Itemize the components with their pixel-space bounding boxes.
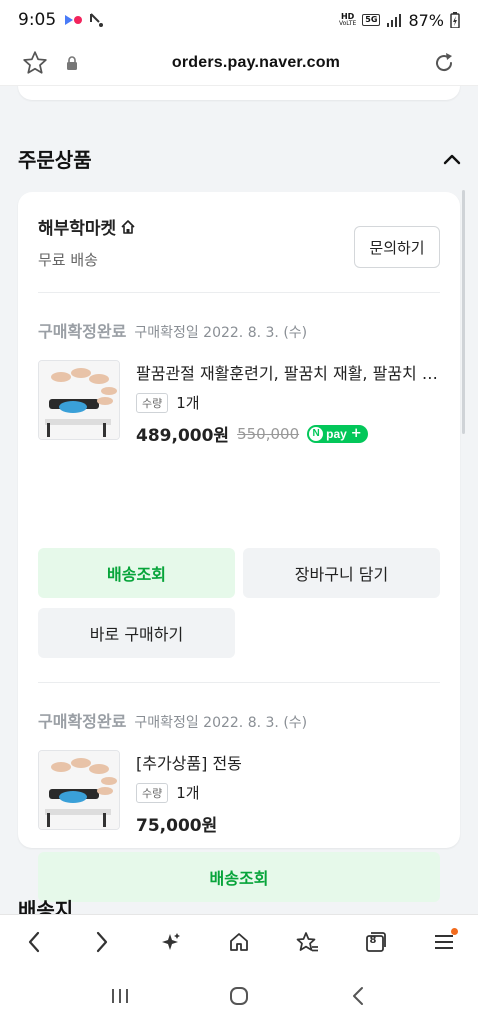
bookmarks-button[interactable] <box>287 922 327 962</box>
store-home-icon <box>121 219 135 234</box>
product-row[interactable]: 팔꿈관절 재활훈련기, 팔꿈치 재활, 팔꿈치 재활운동기구 수량 1개 489… <box>38 360 440 446</box>
quantity-row: 수량 1개 <box>136 392 440 413</box>
notification-dot <box>450 927 458 935</box>
battery-icon <box>450 12 460 28</box>
menu-button[interactable] <box>424 922 464 962</box>
product-row[interactable]: [추가상품] 전동 수량 1개 75,000원 <box>38 750 440 836</box>
page-content[interactable]: 주문상품 해부학마켓 무료 배송 문의하기 구매확정완료 구매확정일 2022.… <box>0 86 478 914</box>
scrollbar-thumb[interactable] <box>462 190 465 434</box>
confirm-date: 구매확정일 2022. 8. 3. (수) <box>134 325 308 341</box>
status-label: 구매확정완료 <box>38 322 127 341</box>
track-delivery-button[interactable]: 배송조회 <box>38 852 440 902</box>
product-thumbnail[interactable] <box>38 750 120 830</box>
order-status-row: 구매확정완료 구매확정일 2022. 8. 3. (수) <box>38 708 440 732</box>
order-status-row: 구매확정완료 구매확정일 2022. 8. 3. (수) <box>38 318 440 342</box>
network-5g-icon: 5G <box>362 14 381 26</box>
chevron-up-icon[interactable] <box>442 152 462 166</box>
hamburger-menu-icon <box>434 934 453 949</box>
order-items-header[interactable]: 주문상품 <box>18 144 462 173</box>
ai-sparkle-button[interactable] <box>151 922 191 962</box>
system-home-button[interactable] <box>219 976 259 1016</box>
status-label: 구매확정완료 <box>38 712 127 731</box>
divider <box>38 682 440 683</box>
product-info: 팔꿈관절 재활훈련기, 팔꿈치 재활, 팔꿈치 재활운동기구 수량 1개 489… <box>136 360 440 446</box>
lock-icon <box>67 55 77 70</box>
status-right: HD VoLTE 5G 87% <box>339 11 460 30</box>
quantity-row: 수량 1개 <box>136 782 440 803</box>
chevron-right-icon <box>97 931 108 952</box>
chevron-left-icon <box>29 931 40 952</box>
quantity-tag: 수량 <box>136 782 169 803</box>
product-info: [추가상품] 전동 수량 1개 75,000원 <box>136 750 440 836</box>
recent-apps-button[interactable] <box>100 976 140 1016</box>
product-thumbnail[interactable] <box>38 360 120 440</box>
system-nav-bar <box>0 968 478 1024</box>
status-bar: 9:05 HD VoLTE 5G 87% <box>0 0 478 40</box>
order-item-2: 구매확정완료 구매확정일 2022. 8. 3. (수) [추가상품] 전동 수… <box>38 708 440 836</box>
url-text[interactable]: orders.pay.naver.com <box>80 54 432 72</box>
home-button[interactable] <box>219 922 259 962</box>
order-item-1: 구매확정완료 구매확정일 2022. 8. 3. (수) 팔꿈관절 재활훈련기,… <box>38 318 440 446</box>
price-row: 489,000원 550,000 N pay + <box>136 421 440 446</box>
product-title[interactable]: [추가상품] 전동 <box>136 750 440 774</box>
back-arrow-icon <box>353 987 364 1005</box>
star-list-icon <box>296 931 319 951</box>
original-price: 550,000 <box>237 424 300 443</box>
shipping-address-title: 배송지 <box>18 898 74 914</box>
home-icon <box>230 932 248 951</box>
seller-row: 해부학마켓 무료 배송 문의하기 <box>38 214 440 270</box>
forward-button[interactable] <box>82 922 122 962</box>
price: 75,000원 <box>136 816 218 836</box>
track-delivery-button[interactable]: 배송조회 <box>38 548 235 598</box>
previous-card <box>18 86 460 100</box>
app-notification-icon <box>65 15 83 25</box>
npay-badge: N pay + <box>307 424 368 443</box>
quantity-tag: 수량 <box>136 392 169 413</box>
plus-icon: + <box>350 426 362 441</box>
price-row: 75,000원 <box>136 811 440 836</box>
divider <box>38 292 440 293</box>
product-title[interactable]: 팔꿈관절 재활훈련기, 팔꿈치 재활, 팔꿈치 재활운동기구 <box>136 360 440 384</box>
add-to-cart-button[interactable]: 장바구니 담기 <box>243 548 440 598</box>
quantity-value: 1개 <box>176 394 200 412</box>
bookmark-star-icon[interactable] <box>22 50 48 76</box>
tabs-button[interactable]: 8 <box>356 922 396 962</box>
battery-percent: 87% <box>408 10 444 30</box>
status-time: 9:05 <box>18 10 57 30</box>
notification-icons <box>64 12 104 28</box>
browser-url-bar: orders.pay.naver.com <box>0 40 478 86</box>
npay-n-icon: N <box>309 426 324 441</box>
missed-call-icon <box>90 13 104 27</box>
browser-toolbar: 8 <box>0 914 478 968</box>
price: 489,000원 <box>136 426 230 446</box>
quantity-value: 1개 <box>176 784 200 802</box>
buy-now-button[interactable]: 바로 구매하기 <box>38 608 235 658</box>
tab-count: 8 <box>369 934 377 946</box>
system-back-button[interactable] <box>338 976 378 1016</box>
confirm-date: 구매확정일 2022. 8. 3. (수) <box>134 715 308 731</box>
inquiry-button[interactable]: 문의하기 <box>354 226 440 268</box>
seller-name-text[interactable]: 해부학마켓 <box>38 214 116 239</box>
home-pill-icon <box>229 987 248 1005</box>
sparkle-icon <box>161 932 180 950</box>
back-button[interactable] <box>14 922 54 962</box>
order-items-card: 해부학마켓 무료 배송 문의하기 구매확정완료 구매확정일 2022. 8. 3… <box>18 192 460 902</box>
recent-apps-icon <box>111 989 128 1003</box>
reload-icon[interactable] <box>432 51 456 75</box>
section-title: 주문상품 <box>18 148 92 172</box>
signal-icon <box>387 14 402 27</box>
npay-label: pay <box>326 426 347 441</box>
volte-icon: HD VoLTE <box>339 12 357 27</box>
